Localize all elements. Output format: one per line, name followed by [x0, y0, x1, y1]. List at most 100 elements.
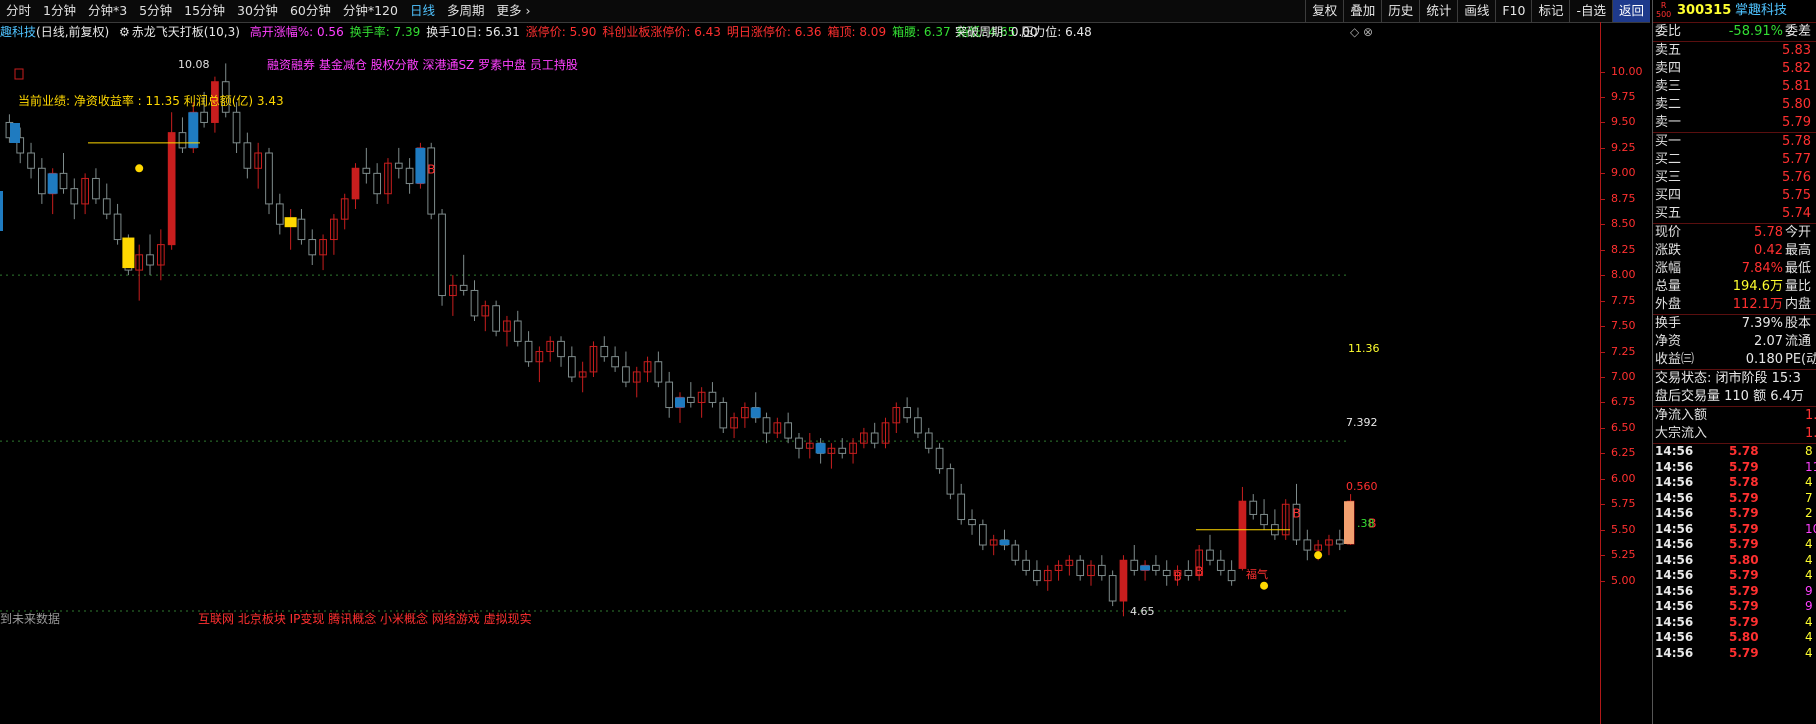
- low-label: 4.65: [1130, 605, 1155, 618]
- tick-time: 14:56: [1655, 521, 1694, 536]
- candle-body: [27, 152, 35, 169]
- stat-row: 收益㈢ 0.180PE(动): [1653, 351, 1816, 369]
- tick-time: 14:56: [1655, 645, 1694, 660]
- high-label: 10.08: [178, 58, 210, 71]
- candle-body: [1162, 569, 1171, 577]
- toolbar-button-2[interactable]: 历史: [1381, 0, 1419, 22]
- level-label-4: .38: [1357, 517, 1375, 530]
- ask-row: 卖五 5.83: [1653, 42, 1816, 60]
- performance-label: 当前业绩: 净资收益率 : 11.35 利润总额(亿) 3.43: [18, 94, 284, 108]
- tick-price: 5.79: [1729, 645, 1759, 660]
- bid-row-label: 买一: [1655, 134, 1682, 149]
- stat-row-label: 总量: [1655, 279, 1682, 294]
- candle-body: [1303, 539, 1312, 551]
- price-tick-label: 8.75: [1611, 191, 1636, 205]
- edge-candle: [14, 68, 24, 80]
- ask-row-label: 卖四: [1655, 61, 1682, 76]
- candle-body: [265, 152, 273, 205]
- tick-row: 14:56 5.79 9: [1653, 584, 1816, 600]
- indicator-item: 换手10日: 56.31: [426, 25, 520, 39]
- tab-5[interactable]: 30分钟: [231, 0, 284, 22]
- tab-2[interactable]: 分钟*3: [82, 0, 133, 22]
- tab-10[interactable]: 更多 ›: [490, 0, 536, 22]
- stat-row-value: 112.1万: [1732, 297, 1783, 312]
- settings-icon[interactable]: ⚙: [119, 25, 130, 39]
- candle-body: [946, 468, 955, 495]
- candle-body: [102, 198, 111, 215]
- r-badge: R 500: [1656, 1, 1672, 19]
- price-tick-mark: [1601, 224, 1605, 226]
- bid-row: 买二 5.77: [1653, 151, 1816, 169]
- buy-marker: B: [1195, 565, 1203, 579]
- candle-body: [795, 437, 803, 449]
- tick-volume: 10: [1805, 521, 1816, 536]
- price-tick-mark: [1601, 97, 1605, 98]
- stat-row-label: 净资: [1655, 334, 1682, 349]
- current-candle: [1344, 501, 1354, 544]
- tab-9[interactable]: 多周期: [441, 0, 491, 22]
- tick-time: 14:56: [1655, 630, 1694, 644]
- price-tick-label: 8.50: [1611, 217, 1636, 231]
- tab-1[interactable]: 1分钟: [37, 0, 82, 22]
- tick-row: 14:56 5.80 4: [1653, 553, 1816, 569]
- candle-body: [178, 132, 187, 149]
- candle-body: [686, 396, 695, 403]
- level-label-2: 7.392: [1346, 416, 1378, 429]
- candle-body: [1108, 575, 1117, 602]
- toolbar-button-4[interactable]: 画线: [1457, 0, 1495, 22]
- tick-time: 14:56: [1655, 599, 1694, 613]
- tab-3[interactable]: 5分钟: [133, 0, 178, 22]
- toolbar-button-8[interactable]: 返回: [1611, 0, 1650, 22]
- ask-row: 卖四 5.82: [1653, 60, 1816, 78]
- ask-row-value: 5.80: [1782, 97, 1811, 112]
- candle-body: [719, 401, 728, 429]
- tick-time: 14:56: [1655, 490, 1694, 505]
- bid-row-value: 5.77: [1782, 152, 1811, 167]
- stat-row-label: 涨幅: [1655, 261, 1682, 276]
- candle-body: [243, 142, 252, 169]
- indicator-item: 明日涨停价: 6.36: [726, 25, 822, 39]
- candle-body: [935, 447, 944, 470]
- ask-row-value: 5.81: [1782, 79, 1811, 94]
- bid-row: 买三 5.76: [1653, 169, 1816, 187]
- price-tick-label: 9.00: [1611, 166, 1636, 180]
- toolbar-button-0[interactable]: 复权: [1305, 0, 1343, 22]
- candle-body: [957, 493, 966, 521]
- candle-body: [362, 167, 371, 174]
- tab-0[interactable]: 分时: [0, 0, 37, 22]
- tick-volume: 4: [1805, 537, 1813, 551]
- price-axis: 10.00 9.75 9.50 9.25 9.00 8.75 8.50 8.25 8.00 7.7…: [1600, 22, 1654, 724]
- tab-4[interactable]: 15分钟: [178, 0, 231, 22]
- signal-candle: [1140, 565, 1151, 571]
- tick-price: 5.79: [1729, 490, 1759, 505]
- toolbar-button-5[interactable]: F10: [1495, 0, 1531, 22]
- tab-8[interactable]: 日线: [404, 0, 441, 22]
- flow-value: 1.: [1805, 426, 1816, 441]
- collapse-icon[interactable]: ◇ ⊗: [1350, 23, 1373, 41]
- tab-7[interactable]: 分钟*120: [337, 0, 404, 22]
- toolbar-button-1[interactable]: 叠加: [1343, 0, 1381, 22]
- fuqi-annotation: 福气: [1246, 568, 1268, 581]
- adjust-label: (日线,前复权): [36, 25, 110, 39]
- tick-list[interactable]: 14:56 5.78 8 14:56 5.79 11 14:56 5.78 4 14:56 5.79…: [1653, 443, 1816, 661]
- future-data-label[interactable]: 到未来数据: [0, 610, 60, 627]
- candle-body: [92, 177, 100, 200]
- toolbar-button-7[interactable]: -自选: [1569, 0, 1612, 22]
- tick-volume: 4: [1805, 645, 1813, 660]
- price-tick-label: 6.75: [1611, 395, 1636, 409]
- level-label-1: 11.36: [1348, 342, 1380, 355]
- candle-body: [492, 305, 500, 332]
- tick-volume: 4: [1805, 614, 1813, 629]
- flow-label: 大宗流入: [1655, 426, 1708, 441]
- toolbar-button-3[interactable]: 统计: [1419, 0, 1457, 22]
- signal-candle: [750, 407, 761, 418]
- toolbar-button-6[interactable]: 标记: [1531, 0, 1569, 22]
- candle-body: [870, 432, 879, 444]
- formula-name[interactable]: 赤龙飞天打板(10,3): [132, 25, 240, 39]
- candle-body: [513, 320, 522, 342]
- stat-row-value: 194.6万: [1732, 279, 1783, 294]
- status-line: 盘后交易量 110 额 6.4万: [1655, 389, 1804, 404]
- indicator-line: 趣科技(日线,前复权) ⚙ 赤龙飞天打板(10,3) 高开涨幅%: 0.56 换手率…: [0, 23, 1500, 41]
- candle-body: [470, 289, 479, 317]
- tab-6[interactable]: 60分钟: [284, 0, 337, 22]
